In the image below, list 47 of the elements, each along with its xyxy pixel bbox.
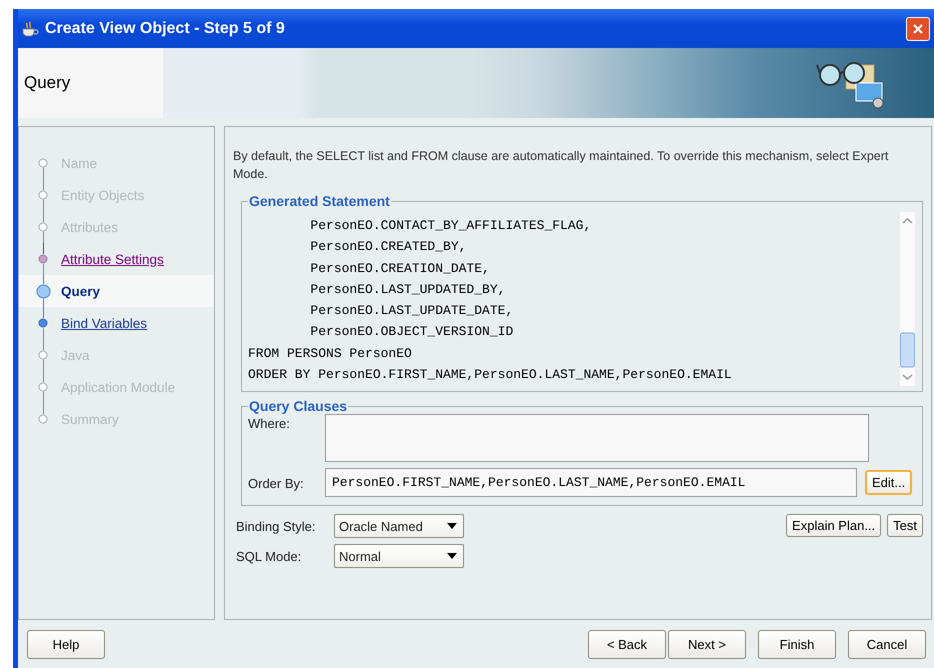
sql-code-line: PersonEO.CONTACT_BY_AFFILIATES_FLAG, [309,218,592,233]
group-title: Query Clauses [248,398,348,414]
step-dot-icon [38,158,48,168]
action-button[interactable]: Test [887,514,923,537]
wizard-button[interactable]: < Back [588,630,666,658]
sql-code-line: PersonEO.CREATION_DATE, [309,260,490,276]
step-dot-icon [38,318,48,328]
order-by-label: Order By: [248,475,305,491]
step-dot-icon [38,382,48,392]
sql-code-line: PersonEO.LAST_UPDATE_DATE, [309,303,514,318]
where-label: Where: [248,415,291,433]
edit-button[interactable]: Edit... [865,470,912,495]
where-field[interactable] [325,414,869,462]
sql-code-line: PersonEO.LAST_UPDATED_BY, [309,282,506,297]
sql-code-line: PersonEO.OBJECT_VERSION_ID [309,324,514,340]
wizard-button[interactable]: Finish [758,630,836,658]
step-dot-icon [36,284,50,298]
close-button[interactable] [906,16,930,40]
step-label[interactable]: Bind Variables [61,316,148,330]
window-title: Create View Object - Step 5 of 9 [45,20,286,38]
caret-icon [447,553,457,559]
binding-style-label: Binding Style: [236,518,316,534]
order-by-field[interactable]: PersonEO.FIRST_NAME,PersonEO.LAST_NAME,PersonEO.EMAIL [325,468,857,497]
close-icon [912,22,924,34]
group-title: Generated Statement [248,193,391,209]
coffee-cup-icon [21,20,39,36]
binding-style-dropdown[interactable]: Oracle Named [334,514,464,538]
sql-mode-label: SQL Mode: [236,548,302,564]
step-label[interactable]: Attribute Settings [61,252,164,266]
description-text: By default, the SELECT list and FROM clause are automatically maintained. To override this mechanism, select Expert Mode. [233,148,890,183]
sql-code-line: PersonEO.CREATED_BY, [309,239,466,254]
sql-code-line: FROM PERSONS PersonEO [248,346,412,361]
wizard-button[interactable]: Next > [668,630,746,658]
sql-code-line: ORDER BY PersonEO.FIRST_NAME,PersonEO.LAST_NAME,PersonEO.EMAIL [248,367,732,382]
step-dot-icon [38,414,48,424]
sql-mode-dropdown[interactable]: Normal [334,544,464,568]
step-dot-icon [38,190,48,200]
caret-icon [447,523,457,529]
scrollbar[interactable] [899,211,916,387]
action-button[interactable]: Explain Plan... [786,514,882,537]
step-dot-icon [38,350,48,360]
page-title: Query [24,73,70,93]
step-dot-icon [38,254,48,264]
wizard-button[interactable]: Cancel [848,630,926,658]
help-button[interactable]: Help [27,630,105,658]
step-label[interactable]: Query [61,284,100,298]
step-dot-icon [38,222,48,232]
